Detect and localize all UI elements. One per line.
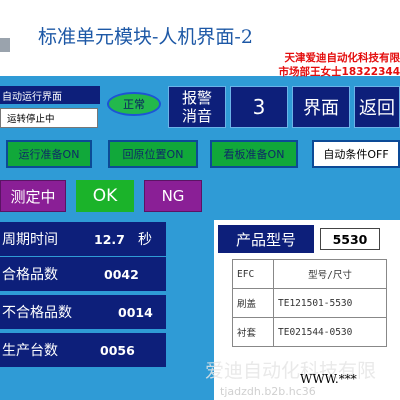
table-cell: TE021544-0530 <box>273 317 387 347</box>
cycle-time-label: 周期时间 <box>2 232 58 248</box>
table-row: EFC 型号/尺寸 <box>232 259 387 289</box>
cycle-time-row: 周期时间 12.7 秒 <box>0 222 166 256</box>
ok-indicator: OK <box>76 180 134 212</box>
measuring-indicator: 测定中 <box>0 180 66 212</box>
origin-position-button[interactable]: 回原位置ON <box>108 140 198 168</box>
model-label: 产品型号 <box>218 225 314 253</box>
fail-count-label: 不合格品数 <box>2 305 72 321</box>
produced-count-label: 生产台数 <box>2 343 58 359</box>
fail-count-value: 0014 <box>118 304 153 320</box>
alarm-mute-button[interactable]: 报警 消音 <box>168 86 226 128</box>
mode-label: 自动运行界面 <box>0 86 100 104</box>
normal-indicator: 正常 <box>107 92 161 116</box>
status-field: 运转停止中 <box>0 108 98 128</box>
table-header-cell: EFC <box>232 259 274 289</box>
run-ready-button[interactable]: 运行准备ON <box>6 140 92 168</box>
cycle-time-unit: 秒 <box>138 232 152 248</box>
table-row: 衬套 TE021544-0530 <box>232 317 387 347</box>
screen-number: 3 <box>230 86 288 128</box>
www-text: WWW.*** <box>300 372 357 386</box>
promo-line-1: 天津爱迪自动化科技有限 <box>284 52 400 64</box>
ng-indicator: NG <box>144 180 202 212</box>
board-ready-button[interactable]: 看板准备ON <box>210 140 298 168</box>
produced-count-value: 0056 <box>100 342 135 358</box>
site-watermark: tjadzdh.b2b.hc36 <box>220 385 316 398</box>
back-button[interactable]: 返回 <box>354 86 400 128</box>
fail-count-row: 不合格品数 0014 <box>0 295 166 329</box>
page-title: 标准单元模块-人机界面-2 <box>38 26 253 48</box>
pass-count-value: 0042 <box>104 266 139 282</box>
table-cell: TE121501-5530 <box>273 288 387 318</box>
table-header-cell: 型号/尺寸 <box>273 259 387 289</box>
cycle-time-value: 12.7 <box>94 231 125 247</box>
table-cell: 衬套 <box>232 317 274 347</box>
promo-text: 天津爱迪自动化科技有限 市场部王女士18322344 <box>230 51 400 79</box>
promo-line-2: 市场部王女士18322344 <box>278 66 400 78</box>
pass-count-label: 合格品数 <box>2 267 58 283</box>
spec-table: EFC 型号/尺寸 刷盖 TE121501-5530 衬套 TE021544-0… <box>232 259 387 347</box>
table-cell: 刷盖 <box>232 288 274 318</box>
table-row: 刷盖 TE121501-5530 <box>232 288 387 318</box>
alarm-mute-label-2: 消音 <box>181 107 212 125</box>
pass-count-row: 合格品数 0042 <box>0 257 166 291</box>
screen-button[interactable]: 界面 <box>292 86 350 128</box>
alarm-mute-label-1: 报警 <box>181 89 212 107</box>
auto-condition-button[interactable]: 自动条件OFF <box>312 140 400 168</box>
logo-icon <box>0 38 10 52</box>
model-value-field[interactable]: 5530 <box>320 228 380 250</box>
produced-count-row: 生产台数 0056 <box>0 333 166 367</box>
